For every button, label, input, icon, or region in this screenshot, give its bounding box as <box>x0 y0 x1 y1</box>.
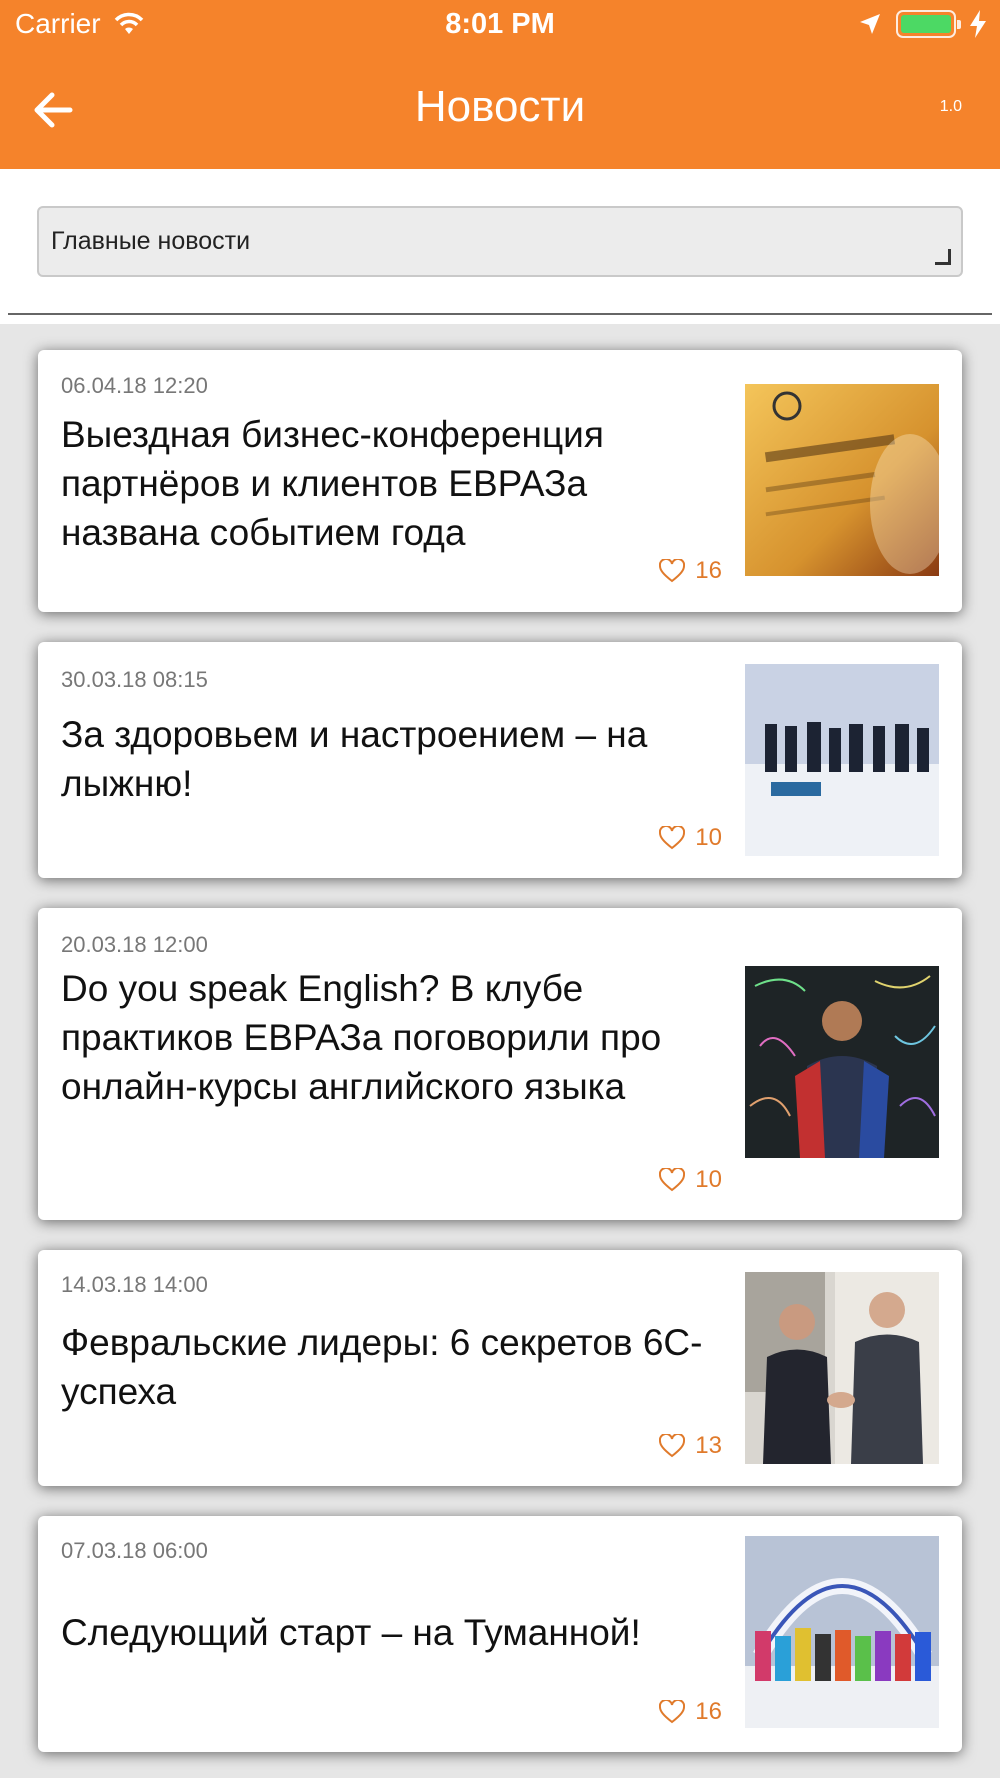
news-title: За здоровьем и настроением – на лыжню! <box>61 714 648 804</box>
news-date: 30.03.18 08:15 <box>61 667 208 692</box>
likes-counter[interactable]: 10 <box>659 824 722 852</box>
news-date: 20.03.18 12:00 <box>61 932 208 957</box>
battery-icon <box>896 10 961 38</box>
filter-area: Главные новости <box>0 169 1000 324</box>
news-title: Следующий старт – на Туманной! <box>61 1612 641 1653</box>
page-title: Новости <box>414 82 586 131</box>
news-thumbnail <box>745 664 939 856</box>
likes-count: 10 <box>695 824 722 851</box>
heart-icon <box>659 1168 686 1192</box>
heart-icon <box>659 826 686 850</box>
handshake-photo-image <box>745 1272 939 1464</box>
award-diploma-image <box>745 384 939 576</box>
news-card[interactable]: 30.03.18 08:15 За здоровьем и настроение… <box>38 642 962 878</box>
news-card[interactable]: 14.03.18 14:00 Февральские лидеры: 6 сек… <box>38 1250 962 1486</box>
news-category-value: Главные новости <box>51 227 251 255</box>
status-bar: Carrier 8:01 PM <box>0 0 1000 50</box>
app-header: Carrier 8:01 PM Новости 1.0 <box>0 0 1000 169</box>
status-indicators <box>858 10 986 38</box>
likes-counter[interactable]: 13 <box>659 1432 722 1460</box>
news-thumbnail <box>745 1536 939 1728</box>
news-date: 07.03.18 06:00 <box>61 1538 208 1563</box>
news-date: 14.03.18 14:00 <box>61 1272 208 1297</box>
likes-count: 16 <box>695 1698 722 1725</box>
news-thumbnail <box>745 966 939 1158</box>
news-thumbnail <box>745 384 939 576</box>
likes-count: 13 <box>695 1432 722 1459</box>
heart-icon <box>659 559 686 583</box>
news-title: Февральские лидеры: 6 секретов 6С-успеха <box>61 1322 703 1412</box>
speaker-chalkboard-image <box>745 966 939 1158</box>
likes-count: 10 <box>695 1166 722 1193</box>
likes-count: 16 <box>695 557 722 584</box>
news-card[interactable]: 07.03.18 06:00 Следующий старт – на Тума… <box>38 1516 962 1752</box>
news-card[interactable]: 06.04.18 12:20 Выездная бизнес-конференц… <box>38 350 962 612</box>
status-time: 8:01 PM <box>445 8 555 40</box>
news-title: Do you speak English? В клубе практиков … <box>61 968 662 1107</box>
heart-icon <box>659 1700 686 1724</box>
charging-bolt-icon <box>970 10 986 38</box>
likes-counter[interactable]: 16 <box>659 1698 722 1726</box>
news-category-select[interactable]: Главные новости <box>37 206 963 277</box>
news-card[interactable]: 20.03.18 12:00 Do you speak English? В к… <box>38 908 962 1220</box>
likes-counter[interactable]: 16 <box>659 557 722 585</box>
resize-corner-icon <box>935 249 951 265</box>
location-arrow-icon <box>860 14 880 34</box>
news-thumbnail <box>745 1272 939 1464</box>
snowboard-group-image <box>745 1536 939 1728</box>
ski-group-image <box>745 664 939 856</box>
version-label: 1.0 <box>939 98 962 115</box>
likes-counter[interactable]: 10 <box>659 1166 722 1194</box>
heart-icon <box>659 1434 686 1458</box>
divider <box>8 313 992 315</box>
news-date: 06.04.18 12:20 <box>61 373 208 398</box>
news-title: Выездная бизнес-конференция партнёров и … <box>61 414 604 553</box>
